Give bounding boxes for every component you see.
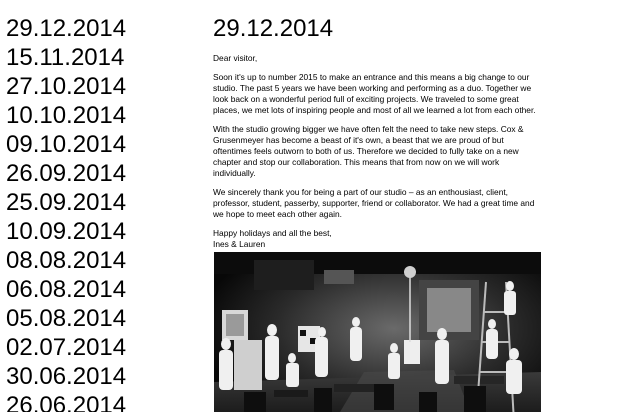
studio-photo-illustration [214,252,541,412]
post-paragraph: We sincerely thank you for being a part … [213,187,535,219]
post-closing-line: Happy holidays and all the best, [213,228,332,238]
studio-group-photo [214,252,541,412]
post-greeting: Dear visitor, [213,53,258,63]
archive-date-link[interactable]: 02.07.2014 [6,333,126,362]
archive-date-link[interactable]: 06.08.2014 [6,275,126,304]
archive-date-link[interactable]: 30.06.2014 [6,362,126,391]
archive-date-link[interactable]: 27.10.2014 [6,72,126,101]
post-paragraph: With the studio growing bigger we have o… [213,124,524,178]
archive-date-link[interactable]: 15.11.2014 [6,43,126,72]
post-paragraph: Soon it's up to number 2015 to make an e… [213,72,536,115]
post-article: 29.12.2014 Dear visitor, Soon it's up to… [213,14,543,258]
archive-date-link[interactable]: 09.10.2014 [6,130,126,159]
post-title: 29.12.2014 [213,15,334,42]
archive-date-list: 29.12.2014 15.11.2014 27.10.2014 10.10.2… [6,14,126,412]
archive-date-link[interactable]: 05.08.2014 [6,304,126,333]
post-body: Dear visitor, Soon it's up to number 201… [213,53,543,250]
post-closing: Happy holidays and all the best, Ines & L… [213,228,543,250]
archive-date-link[interactable]: 26.09.2014 [6,159,126,188]
archive-date-link[interactable]: 25.09.2014 [6,188,126,217]
archive-date-link[interactable]: 10.10.2014 [6,101,126,130]
post-signature: Ines & Lauren [213,239,266,249]
archive-date-link[interactable]: 29.12.2014 [6,14,126,43]
archive-date-link[interactable]: 08.08.2014 [6,246,126,275]
archive-date-link[interactable]: 26.06.2014 [6,391,126,412]
archive-date-link[interactable]: 10.09.2014 [6,217,126,246]
